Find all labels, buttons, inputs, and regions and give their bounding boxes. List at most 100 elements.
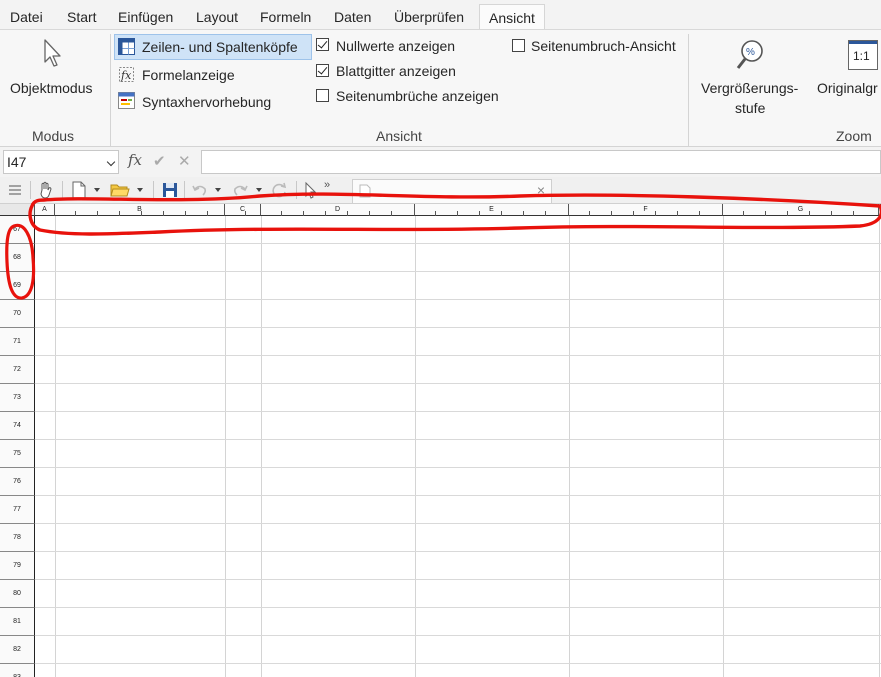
page-break-view-checkbox[interactable] (512, 39, 525, 52)
row-header-80[interactable]: 80 (0, 580, 35, 608)
row-header-68[interactable]: 68 (0, 244, 35, 272)
column-header-b[interactable]: B (55, 204, 225, 216)
ruler-tick (655, 211, 656, 216)
ruler-tick (435, 211, 436, 216)
ruler-tick (119, 211, 120, 216)
open-folder-icon[interactable] (110, 181, 130, 199)
row-header-78[interactable]: 78 (0, 524, 35, 552)
ruler-tick (479, 211, 480, 216)
new-document-icon[interactable] (72, 181, 86, 199)
tab-einfuegen[interactable]: Einfügen (118, 4, 173, 30)
grid-row-line (35, 495, 881, 496)
ruler-tick (303, 211, 304, 216)
tab-formeln[interactable]: Formeln (260, 4, 311, 30)
show-zero-checkbox[interactable] (316, 38, 329, 51)
ribbon: Objektmodus Modus Zeilen- und Spaltenköp… (0, 29, 881, 147)
checkmark-icon[interactable]: ✔ (153, 152, 166, 170)
ruler-tick (743, 211, 744, 216)
grid-row-line (35, 635, 881, 636)
column-header-g[interactable]: G (723, 204, 879, 216)
toolbar-divider (296, 181, 297, 199)
column-header-c[interactable]: C (225, 204, 261, 216)
grid-row-line (35, 243, 881, 244)
save-icon[interactable] (162, 181, 178, 199)
tab-ansicht[interactable]: Ansicht (479, 4, 545, 30)
row-header-72[interactable]: 72 (0, 356, 35, 384)
row-header-73[interactable]: 73 (0, 384, 35, 412)
grid-row-line (35, 271, 881, 272)
formula-display-icon: fx (118, 66, 135, 88)
tab-datei[interactable]: Datei (10, 4, 43, 30)
select-pointer-icon[interactable] (304, 181, 317, 199)
overflow-chevron-icon[interactable]: » (324, 179, 330, 197)
ruler-tick (347, 211, 348, 216)
hamburger-icon[interactable] (8, 181, 22, 199)
grid-row-line (35, 523, 881, 524)
redo-icon[interactable] (232, 181, 248, 199)
close-icon[interactable]: × (537, 182, 545, 198)
formelanzeige-button[interactable]: Formelanzeige (142, 67, 235, 83)
page-breaks-label: Seitenumbrüche anzeigen (336, 88, 499, 104)
ruler-tick (501, 211, 502, 216)
name-box[interactable]: I47 (3, 150, 119, 174)
gridlines-checkbox[interactable] (316, 64, 329, 77)
formula-input[interactable] (201, 150, 881, 174)
ruler-tick (163, 211, 164, 216)
chevron-down-icon[interactable] (215, 188, 221, 192)
zoom-button-line1[interactable]: Vergrößerungs- (701, 80, 798, 96)
ruler-tick (611, 211, 612, 216)
syntaxhervorhebung-button[interactable]: Syntaxhervorhebung (142, 94, 271, 110)
tab-daten[interactable]: Daten (334, 4, 371, 30)
ruler-tick (97, 211, 98, 216)
undo-icon[interactable] (192, 181, 208, 199)
row-header-67[interactable]: 67 (0, 216, 35, 244)
tab-layout[interactable]: Layout (196, 4, 238, 30)
select-all-corner[interactable] (0, 204, 35, 216)
objektmodus-button[interactable]: Objektmodus (10, 80, 92, 96)
zoom-button-line2[interactable]: stufe (735, 100, 765, 116)
group-label-ansicht: Ansicht (376, 128, 422, 144)
group-label-modus: Modus (32, 128, 75, 144)
sheet-grid[interactable]: ABCDEFG676869707172737475767778798081828… (0, 204, 881, 677)
grid-row-line (35, 467, 881, 468)
tab-start[interactable]: Start (67, 4, 97, 30)
group-divider (688, 34, 689, 146)
menu-bar: Datei Start Einfügen Layout Formeln Date… (0, 0, 881, 30)
row-header-81[interactable]: 81 (0, 608, 35, 636)
page-breaks-checkbox[interactable] (316, 89, 329, 102)
embedded-toolbar: » × (0, 177, 881, 204)
row-header-79[interactable]: 79 (0, 552, 35, 580)
grid-row-line (35, 439, 881, 440)
repeat-icon[interactable] (272, 181, 288, 199)
row-header-82[interactable]: 82 (0, 636, 35, 664)
row-header-71[interactable]: 71 (0, 328, 35, 356)
fx-icon[interactable]: fx (128, 151, 142, 169)
row-header-83[interactable]: 83 (0, 664, 35, 677)
chevron-down-icon[interactable] (106, 157, 116, 167)
row-header-69[interactable]: 69 (0, 272, 35, 300)
ruler-tick (699, 211, 700, 216)
chevron-down-icon[interactable] (256, 188, 262, 192)
row-header-76[interactable]: 76 (0, 468, 35, 496)
toolbar-divider (184, 181, 185, 199)
row-header-75[interactable]: 75 (0, 440, 35, 468)
tab-ueberpruefen[interactable]: Überprüfen (394, 4, 464, 30)
formula-bar: I47 fx ✔ ✕ (0, 147, 881, 177)
row-header-74[interactable]: 74 (0, 412, 35, 440)
name-box-value: I47 (7, 154, 27, 170)
close-icon[interactable]: ✕ (178, 152, 191, 170)
row-header-77[interactable]: 77 (0, 496, 35, 524)
chevron-down-icon[interactable] (137, 188, 143, 192)
original-size-button[interactable]: Originalgr (817, 80, 878, 96)
row-header-70[interactable]: 70 (0, 300, 35, 328)
headers-toggle-button[interactable]: Zeilen- und Spaltenköpfe (142, 39, 298, 55)
grid-row-line (35, 411, 881, 412)
chevron-down-icon[interactable] (94, 188, 100, 192)
column-header-a[interactable]: A (35, 204, 55, 216)
page-break-view-label: Seitenumbruch-Ansicht (531, 38, 676, 54)
hand-icon[interactable] (38, 181, 54, 199)
ruler-tick (369, 211, 370, 216)
document-tab[interactable]: × (352, 179, 552, 203)
magnifier-percent-icon: % (735, 38, 767, 77)
grid-row-line (35, 551, 881, 552)
